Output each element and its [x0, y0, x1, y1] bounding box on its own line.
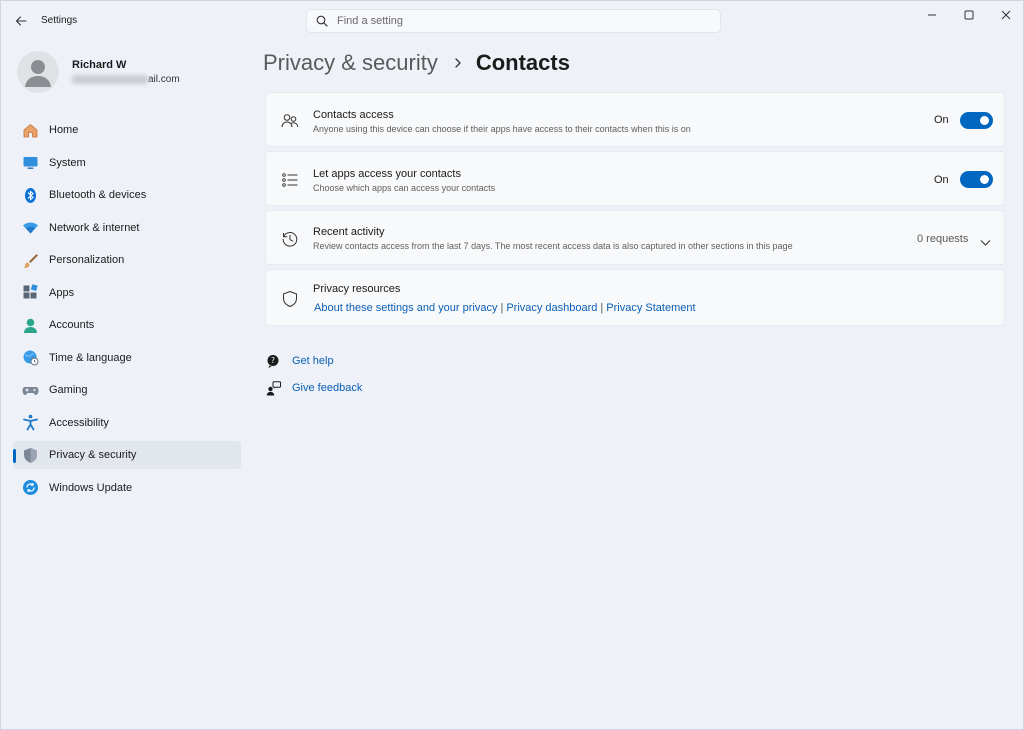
give-feedback-label: Give feedback: [292, 382, 363, 394]
sidebar-item-label: Personalization: [49, 254, 125, 266]
back-arrow-icon: [15, 16, 27, 26]
shield-icon: [21, 446, 39, 464]
home-icon: [21, 121, 39, 139]
sidebar-item-accounts[interactable]: Accounts: [13, 311, 241, 339]
link-separator: |: [600, 302, 604, 314]
feedback-icon: [265, 380, 281, 396]
app-title: Settings: [41, 15, 78, 26]
apps-icon: [21, 284, 39, 302]
sidebar-item-label: Time & language: [49, 351, 132, 364]
sidebar-item-network[interactable]: Network & internet: [13, 214, 241, 242]
profile-name: Richard W: [72, 59, 127, 71]
sidebar-item-time-language[interactable]: Time & language: [13, 344, 241, 372]
list-icon: [280, 170, 300, 190]
contacts-access-toggle[interactable]: [960, 112, 993, 129]
card-description: Anyone using this device can choose if t…: [313, 124, 691, 134]
gamepad-icon: [21, 381, 39, 399]
toggle-state-label: On: [934, 174, 949, 186]
email-redaction: [72, 74, 148, 84]
wifi-icon: [21, 219, 39, 237]
recent-activity-card[interactable]: Recent activity Review contacts access f…: [265, 210, 1005, 265]
sidebar-item-label: Gaming: [49, 384, 88, 396]
sidebar-item-label: Accessibility: [49, 416, 109, 429]
give-feedback-link[interactable]: Give feedback: [265, 378, 362, 398]
accessibility-icon: [21, 414, 39, 432]
sidebar-item-label: Bluetooth & devices: [49, 189, 147, 201]
card-description: Review contacts access from the last 7 d…: [313, 241, 793, 251]
system-icon: [21, 154, 39, 172]
app-access-toggle[interactable]: [960, 171, 993, 188]
page-title: Contacts: [475, 50, 570, 75]
link-separator: |: [500, 302, 504, 314]
app-access-card[interactable]: Let apps access your contacts Choose whi…: [265, 151, 1005, 206]
history-icon: [280, 229, 300, 249]
sidebar-item-accessibility[interactable]: Accessibility: [13, 409, 241, 437]
bluetooth-icon: [21, 186, 39, 204]
sidebar-nav: Home System Bluetooth & devices Network …: [13, 116, 241, 506]
card-title: Recent activity: [313, 226, 385, 238]
privacy-statement-link[interactable]: Privacy Statement: [606, 302, 695, 314]
profile-email: ail.com: [72, 74, 180, 85]
sidebar-item-label: Accounts: [49, 319, 95, 331]
sidebar-item-personalization[interactable]: Personalization: [13, 246, 241, 274]
card-title: Let apps access your contacts: [313, 168, 461, 180]
toggle-state-label: On: [934, 114, 949, 126]
shield-outline-icon: [280, 289, 300, 309]
back-button[interactable]: [9, 9, 33, 33]
chevron-right-icon: [454, 58, 462, 68]
sidebar-item-label: Home: [49, 124, 79, 136]
avatar: [17, 51, 59, 93]
search-icon: [316, 15, 328, 27]
chevron-down-icon[interactable]: [980, 234, 991, 252]
privacy-dashboard-link[interactable]: Privacy dashboard: [506, 302, 597, 314]
about-settings-link[interactable]: About these settings and your privacy: [314, 302, 497, 314]
sidebar-item-windows-update[interactable]: Windows Update: [13, 474, 241, 502]
close-button[interactable]: [989, 5, 1023, 25]
settings-window: Settings Richard W ail.com: [0, 0, 1024, 730]
contacts-access-card: Contacts access Anyone using this device…: [265, 92, 1005, 147]
privacy-resources-card: Privacy resources About these settings a…: [265, 269, 1005, 326]
help-chat-icon: ?: [265, 353, 281, 369]
brush-icon: [21, 251, 39, 269]
sidebar-item-bluetooth[interactable]: Bluetooth & devices: [13, 181, 241, 209]
globe-clock-icon: [21, 349, 39, 367]
maximize-button[interactable]: [952, 5, 986, 25]
sidebar-item-label: Windows Update: [49, 481, 133, 494]
sidebar-item-gaming[interactable]: Gaming: [13, 376, 241, 404]
minimize-icon: [928, 14, 936, 16]
search-input[interactable]: [337, 15, 697, 27]
card-description: Choose which apps can access your contac…: [313, 183, 496, 193]
sidebar-item-privacy-security[interactable]: Privacy & security: [13, 441, 241, 469]
get-help-link[interactable]: ? Get help: [265, 351, 334, 371]
minimize-button[interactable]: [915, 5, 949, 25]
card-title: Privacy resources: [313, 283, 401, 295]
sidebar-item-label: Network & internet: [49, 221, 140, 234]
card-title: Contacts access: [313, 109, 394, 121]
email-suffix: ail.com: [148, 74, 180, 85]
search-box[interactable]: [306, 9, 721, 33]
maximize-icon: [964, 10, 974, 20]
breadcrumb-parent[interactable]: Privacy & security: [263, 50, 438, 76]
update-icon: [21, 479, 39, 497]
breadcrumb: Privacy & security Contacts: [263, 47, 570, 79]
sidebar-item-home[interactable]: Home: [13, 116, 241, 144]
accounts-icon: [21, 316, 39, 334]
get-help-label: Get help: [292, 355, 334, 367]
close-icon: [1001, 10, 1011, 20]
privacy-links: About these settings and your privacy | Pr…: [314, 302, 696, 314]
people-icon: [280, 111, 300, 131]
sidebar-item-system[interactable]: System: [13, 149, 241, 177]
sidebar-item-label: Apps: [49, 286, 75, 299]
title-bar: Settings: [1, 1, 1024, 41]
requests-count: 0 requests: [917, 233, 969, 245]
svg-text:?: ?: [271, 356, 275, 365]
sidebar-item-label: Privacy & security: [49, 449, 137, 461]
sidebar-item-label: System: [49, 156, 86, 169]
sidebar-item-apps[interactable]: Apps: [13, 279, 241, 307]
user-profile[interactable]: Richard W ail.com: [15, 49, 235, 93]
user-avatar-icon: [25, 60, 51, 87]
